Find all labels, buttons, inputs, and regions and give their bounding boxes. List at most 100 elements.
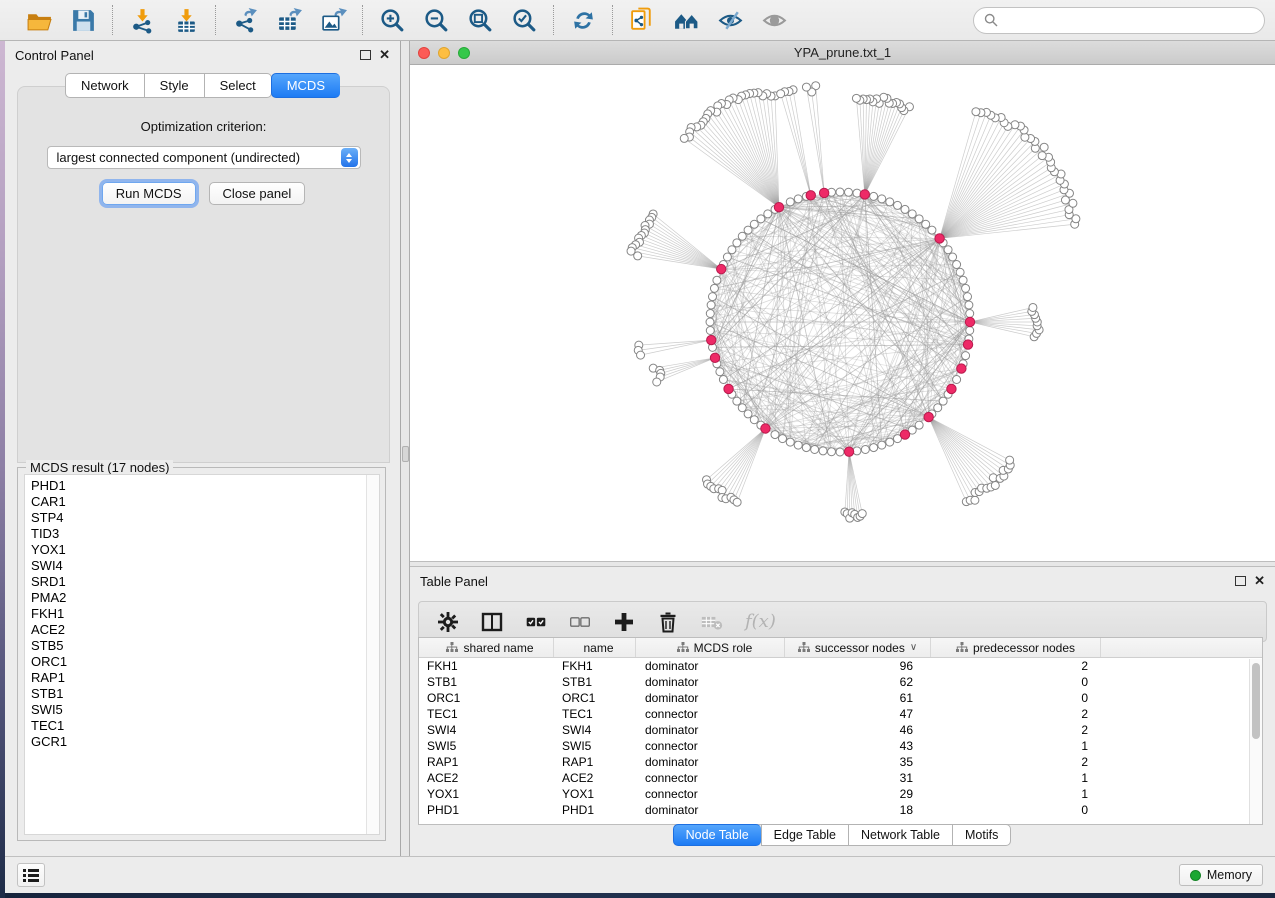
list-item[interactable]: ACE2 bbox=[31, 622, 379, 638]
add-column-button[interactable] bbox=[613, 611, 635, 633]
table-cell: 18 bbox=[785, 803, 931, 817]
column-header-predecessor-nodes[interactable]: predecessor nodes bbox=[931, 638, 1101, 657]
table-panel-titlebar: Table Panel ✕ bbox=[410, 567, 1275, 595]
table-scrollbar[interactable] bbox=[1249, 659, 1262, 824]
search-input[interactable] bbox=[1004, 13, 1254, 28]
zoom-out-icon bbox=[423, 7, 450, 34]
table-row[interactable]: SWI5SWI5connector431 bbox=[419, 738, 1262, 754]
column-header-shared-name[interactable]: shared name bbox=[419, 638, 554, 657]
table-row[interactable]: FKH1FKH1dominator962 bbox=[419, 658, 1262, 674]
list-item[interactable]: STB1 bbox=[31, 686, 379, 702]
tab-edge-table[interactable]: Edge Table bbox=[761, 824, 848, 846]
delete-column-button[interactable] bbox=[657, 611, 679, 633]
close-panel-icon[interactable]: ✕ bbox=[379, 50, 390, 60]
task-history-button[interactable] bbox=[17, 863, 45, 887]
network-canvas[interactable] bbox=[410, 65, 1275, 560]
open-file-button[interactable] bbox=[20, 4, 58, 36]
import-network-button[interactable] bbox=[123, 4, 161, 36]
table-row[interactable]: ACE2ACE2connector311 bbox=[419, 770, 1262, 786]
gear-icon bbox=[437, 611, 459, 633]
list-item[interactable]: YOX1 bbox=[31, 542, 379, 558]
apply-layout-button[interactable] bbox=[564, 4, 602, 36]
float-panel-icon[interactable] bbox=[360, 50, 371, 60]
zoom-in-icon bbox=[379, 7, 406, 34]
list-item[interactable]: PMA2 bbox=[31, 590, 379, 606]
close-panel-button[interactable]: Close panel bbox=[209, 182, 306, 205]
tab-mcds[interactable]: MCDS bbox=[271, 73, 340, 98]
export-image-button[interactable] bbox=[314, 4, 352, 36]
list-item[interactable]: ORC1 bbox=[31, 654, 379, 670]
column-header-mcds-role[interactable]: MCDS role bbox=[636, 638, 785, 657]
table-cell: RAP1 bbox=[554, 755, 636, 769]
save-session-button[interactable] bbox=[64, 4, 102, 36]
optimization-criterion-select[interactable]: largest connected component (undirected) bbox=[47, 146, 361, 169]
function-builder-button[interactable]: f(x) bbox=[745, 611, 776, 632]
list-item[interactable]: STB5 bbox=[31, 638, 379, 654]
split-panel-button[interactable] bbox=[481, 611, 503, 633]
list-item[interactable]: PHD1 bbox=[31, 478, 379, 494]
import-table-button[interactable] bbox=[167, 4, 205, 36]
export-network-button[interactable] bbox=[226, 4, 264, 36]
table-row[interactable]: SWI4SWI4dominator462 bbox=[419, 722, 1262, 738]
list-item[interactable]: SWI5 bbox=[31, 702, 379, 718]
table-row[interactable]: TEC1TEC1connector472 bbox=[419, 706, 1262, 722]
list-item[interactable]: CAR1 bbox=[31, 494, 379, 510]
list-item[interactable]: TID3 bbox=[31, 526, 379, 542]
table-cell: STB1 bbox=[554, 675, 636, 689]
list-scrollbar[interactable] bbox=[366, 475, 379, 834]
memory-button[interactable]: Memory bbox=[1179, 864, 1263, 886]
list-item[interactable]: RAP1 bbox=[31, 670, 379, 686]
column-header-successor-nodes[interactable]: successor nodes ∨ bbox=[785, 638, 931, 657]
zoom-fit-button[interactable] bbox=[461, 4, 499, 36]
float-panel-icon[interactable] bbox=[1235, 576, 1246, 586]
list-item[interactable]: SRD1 bbox=[31, 574, 379, 590]
new-network-from-selection-button[interactable] bbox=[623, 4, 661, 36]
memory-label: Memory bbox=[1207, 868, 1252, 882]
close-panel-icon[interactable]: ✕ bbox=[1254, 576, 1265, 586]
list-item[interactable]: SWI4 bbox=[31, 558, 379, 574]
table-cell: 1 bbox=[931, 739, 1101, 753]
show-all-button[interactable] bbox=[755, 4, 793, 36]
column-settings-button[interactable] bbox=[437, 611, 459, 633]
table-cell: 35 bbox=[785, 755, 931, 769]
zoom-in-button[interactable] bbox=[373, 4, 411, 36]
table-toolbar: f(x) bbox=[418, 601, 1267, 642]
delete-table-button[interactable] bbox=[701, 611, 723, 633]
table-row[interactable]: RAP1RAP1dominator352 bbox=[419, 754, 1262, 770]
zoom-out-button[interactable] bbox=[417, 4, 455, 36]
tab-motifs[interactable]: Motifs bbox=[952, 824, 1011, 846]
list-item[interactable]: GCR1 bbox=[31, 734, 379, 750]
table-cell: SWI4 bbox=[419, 723, 554, 737]
table-cell: SWI5 bbox=[554, 739, 636, 753]
table-row[interactable]: YOX1YOX1connector291 bbox=[419, 786, 1262, 802]
search-box[interactable] bbox=[973, 7, 1265, 34]
deselect-all-rows-button[interactable] bbox=[569, 611, 591, 633]
run-mcds-button[interactable]: Run MCDS bbox=[102, 182, 196, 205]
mcds-panel: Optimization criterion: largest connecte… bbox=[17, 86, 390, 463]
tab-select[interactable]: Select bbox=[204, 73, 272, 98]
tab-style[interactable]: Style bbox=[144, 73, 204, 98]
network-window-titlebar[interactable]: YPA_prune.txt_1 bbox=[410, 41, 1275, 65]
tab-network-table[interactable]: Network Table bbox=[848, 824, 952, 846]
control-panel-title: Control Panel bbox=[15, 48, 94, 63]
tab-network[interactable]: Network bbox=[65, 73, 144, 98]
hide-selected-button[interactable] bbox=[711, 4, 749, 36]
column-header-name[interactable]: name bbox=[554, 638, 636, 657]
list-item[interactable]: STP4 bbox=[31, 510, 379, 526]
first-neighbors-button[interactable] bbox=[667, 4, 705, 36]
zoom-selected-button[interactable] bbox=[505, 4, 543, 36]
mcds-result-list[interactable]: PHD1CAR1STP4TID3YOX1SWI4SRD1PMA2FKH1ACE2… bbox=[24, 474, 380, 835]
table-row[interactable]: ORC1ORC1dominator610 bbox=[419, 690, 1262, 706]
list-item[interactable]: TEC1 bbox=[31, 718, 379, 734]
vertical-splitter[interactable] bbox=[401, 41, 410, 856]
scrollbar-thumb[interactable] bbox=[1252, 663, 1260, 739]
table-panel-title: Table Panel bbox=[420, 574, 488, 589]
table-row[interactable]: STB1STB1dominator620 bbox=[419, 674, 1262, 690]
table-row[interactable]: PHD1PHD1dominator180 bbox=[419, 802, 1262, 818]
splitter-grip[interactable] bbox=[402, 446, 409, 462]
export-table-button[interactable] bbox=[270, 4, 308, 36]
select-all-rows-button[interactable] bbox=[525, 611, 547, 633]
tab-node-table[interactable]: Node Table bbox=[673, 824, 761, 846]
network-graph[interactable] bbox=[410, 65, 1275, 560]
list-item[interactable]: FKH1 bbox=[31, 606, 379, 622]
